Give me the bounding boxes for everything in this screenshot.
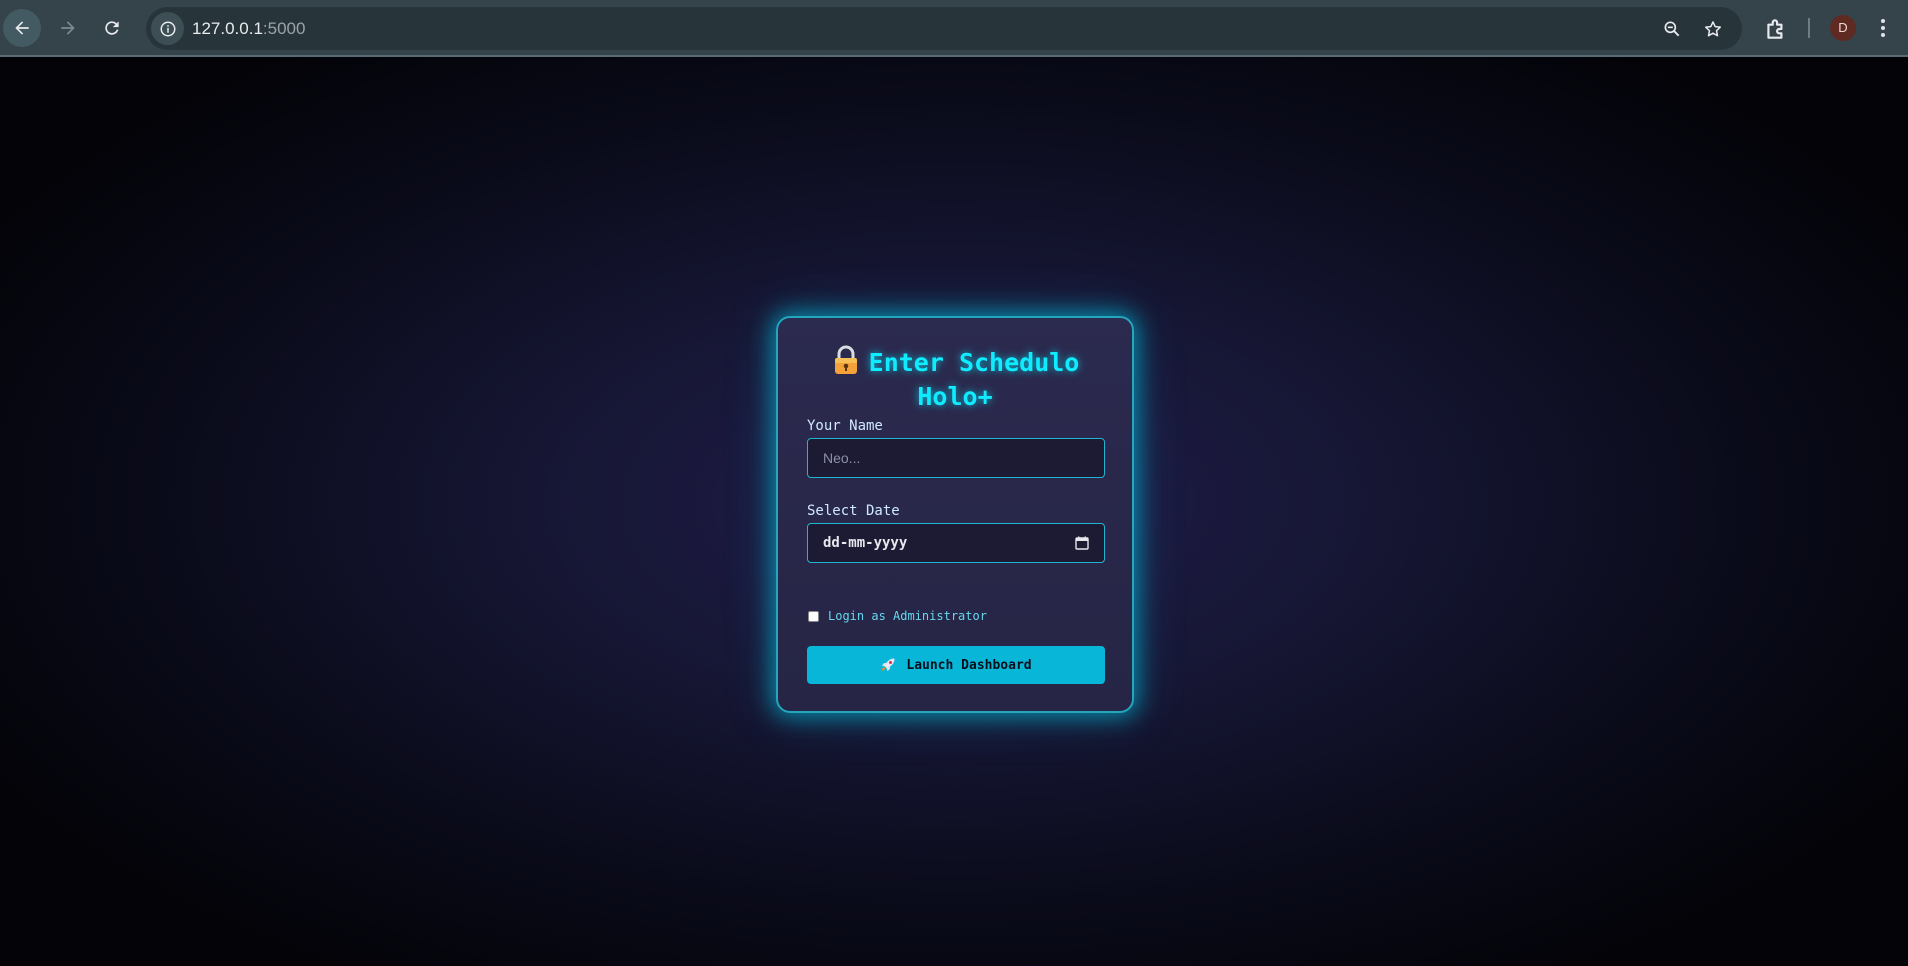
date-input[interactable]: dd-mm-yyyy (807, 523, 1105, 563)
star-icon (1705, 21, 1721, 37)
launch-dashboard-button[interactable]: Launch Dashboard (807, 646, 1105, 684)
extensions-icon[interactable] (1763, 16, 1789, 42)
lock-icon (834, 345, 857, 374)
page-viewport: Enter Schedulo Holo+ Your Name Select Da… (0, 57, 1908, 966)
bookmark-button[interactable] (1701, 17, 1725, 41)
reload-button[interactable] (93, 9, 131, 47)
name-input[interactable] (807, 438, 1105, 478)
launch-button-label: Launch Dashboard (906, 657, 1032, 673)
date-placeholder: dd-mm-yyyy (823, 535, 908, 551)
toolbar-divider (1808, 18, 1810, 38)
address-bar[interactable]: 127.0.0.1:5000 (146, 7, 1742, 50)
url-port: :5000 (262, 19, 306, 38)
forward-button[interactable] (49, 9, 87, 47)
calendar-icon[interactable] (1075, 536, 1089, 550)
reload-icon (105, 21, 119, 35)
menu-icon[interactable] (1876, 17, 1890, 39)
profile-avatar[interactable]: D (1830, 15, 1856, 41)
date-label: Select Date (807, 503, 900, 519)
zoom-out-icon (1664, 21, 1680, 37)
zoom-button[interactable] (1660, 17, 1684, 41)
name-label: Your Name (807, 418, 883, 434)
title-line1: Enter Schedulo (868, 348, 1080, 377)
browser-toolbar: 127.0.0.1:5000 D (0, 0, 1908, 57)
title-line2: Holo+ (917, 382, 993, 411)
site-info-button[interactable] (151, 12, 184, 45)
admin-checkbox-label[interactable]: Login as Administrator (828, 608, 987, 624)
login-card: Enter Schedulo Holo+ Your Name Select Da… (776, 316, 1134, 713)
url-host: 127.0.0.1 (192, 19, 263, 38)
back-button[interactable] (3, 9, 41, 47)
back-icon (15, 21, 29, 35)
rocket-icon (881, 658, 895, 671)
page-title: Enter Schedulo Holo+ (778, 344, 1132, 414)
admin-checkbox[interactable] (808, 611, 819, 622)
forward-icon (61, 21, 75, 35)
info-icon (160, 21, 175, 36)
url-text[interactable]: 127.0.0.1:5000 (192, 19, 305, 39)
